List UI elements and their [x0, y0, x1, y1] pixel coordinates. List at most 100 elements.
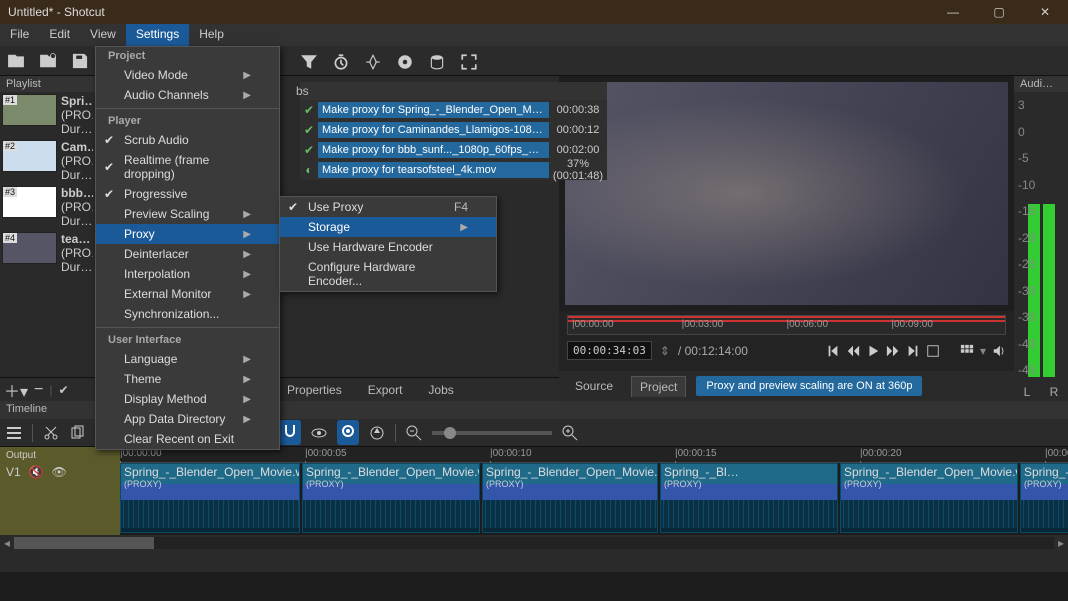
export-icon[interactable] — [396, 53, 414, 71]
menu-settings[interactable]: Settings — [126, 24, 189, 46]
center-toolbar — [300, 48, 478, 76]
current-timecode[interactable]: 00:00:34:03 — [567, 341, 652, 360]
tl-ruler-tick: |00:00:10 — [490, 448, 532, 459]
menu-item[interactable]: External Monitor ▶ — [96, 284, 279, 304]
preview-ruler[interactable]: |00:00:00 |00:03:00 |00:06:00 |00:09:00 — [567, 315, 1006, 335]
menu-item[interactable]: ✔ Realtime (frame dropping) — [96, 150, 279, 184]
menu-item[interactable]: Preview Scaling ▶ — [96, 204, 279, 224]
menu-item[interactable]: ✔ Progressive — [96, 184, 279, 204]
meter-label-r: R — [1050, 385, 1059, 399]
playlist-item[interactable]: #4 tea…(PRO…Dur… — [0, 230, 95, 276]
menu-item[interactable]: Theme ▶ — [96, 369, 279, 389]
fastfwd-icon[interactable] — [886, 344, 900, 358]
jobs-icon[interactable] — [428, 53, 446, 71]
mute-icon[interactable]: 🔇 — [29, 465, 44, 479]
playlist-item[interactable]: #3 bbb…(PRO…Dur… — [0, 184, 95, 230]
maximize-button[interactable]: ▢ — [976, 0, 1022, 24]
playlist-remove-button[interactable]: − — [34, 381, 43, 399]
grid-icon[interactable] — [960, 344, 974, 358]
menu-item[interactable]: Audio Channels ▶ — [96, 85, 279, 105]
eye-icon[interactable]: 👁 — [52, 465, 67, 479]
meter-tick: -45 — [1018, 363, 1035, 377]
job-row[interactable]: ◐ Make proxy for tearsofsteel_4k.mov 37%… — [300, 160, 607, 180]
menu-file[interactable]: File — [0, 24, 39, 46]
grid-dropdown[interactable]: ▾ — [980, 344, 986, 358]
ripple-all-toggle[interactable] — [369, 425, 385, 441]
fullscreen-icon[interactable] — [460, 53, 478, 71]
menu-item[interactable]: Video Mode ▶ — [96, 65, 279, 85]
skip-end-icon[interactable] — [906, 344, 920, 358]
tab-jobs[interactable]: Jobs — [418, 381, 463, 399]
timeline-tracks[interactable]: |00:00:00|00:00:05|00:00:10|00:00:15|00:… — [120, 447, 1068, 535]
menu-item[interactable]: Synchronization... — [96, 304, 279, 324]
meter-label-l: L — [1024, 385, 1031, 399]
timeline-scrollbar[interactable]: ◂ ▸ — [0, 535, 1068, 550]
timeline-clip[interactable]: Spring_-_Blender_Open_Movie.webm(PROXY) — [482, 463, 658, 533]
preview-video[interactable] — [565, 82, 1008, 305]
volume-icon[interactable] — [992, 344, 1006, 358]
timeline-clip[interactable]: Spring_-_Blender_Open_Movie.webm(PROXY) — [1020, 463, 1068, 533]
minimize-button[interactable]: — — [930, 0, 976, 24]
menu-item[interactable]: Configure Hardware Encoder... — [280, 257, 496, 291]
zoom-out-icon[interactable] — [406, 425, 422, 441]
menu-item[interactable]: Storage ▶ — [280, 217, 496, 237]
menu-item[interactable]: Clear Recent on Exit — [96, 429, 279, 449]
menu-help[interactable]: Help — [189, 24, 234, 46]
v1-row[interactable]: V1 🔇 👁 — [0, 463, 120, 535]
tl-menu-icon[interactable] — [6, 425, 22, 441]
meter-tick: 0 — [1018, 125, 1035, 139]
timeline-clip-row[interactable]: Spring_-_Blender_Open_Movie.webm(PROXY) … — [120, 463, 1068, 535]
open-icon[interactable] — [6, 51, 26, 71]
timeline-clip[interactable]: Spring_-_Blender_Open_Movie.webm(PROXY) — [120, 463, 300, 533]
tab-properties[interactable]: Properties — [277, 381, 352, 399]
save-icon[interactable] — [70, 51, 90, 71]
timeline-clip[interactable]: Spring_-_Bl…(PROXY) — [660, 463, 838, 533]
play-icon[interactable] — [866, 344, 880, 358]
rewind-icon[interactable] — [846, 344, 860, 358]
zoom-slider[interactable] — [432, 431, 552, 435]
playlist-item[interactable]: #1 Spri…(PRO…Dur… — [0, 92, 95, 138]
menu-item[interactable]: Deinterlacer ▶ — [96, 244, 279, 264]
playlist-add-button[interactable]: ＋▾ — [4, 378, 28, 402]
menu-item[interactable]: Display Method ▶ — [96, 389, 279, 409]
menu-edit[interactable]: Edit — [39, 24, 80, 46]
menu-item[interactable]: Language ▶ — [96, 349, 279, 369]
tl-ruler-tick: |00:00:05 — [305, 448, 347, 459]
open-recent-icon[interactable] — [38, 51, 58, 71]
cut-icon[interactable] — [43, 425, 59, 441]
job-name: Make proxy for Caminandes_Llamigos-1080p… — [318, 122, 549, 138]
source-project-tabs: Source Project Proxy and preview scaling… — [559, 371, 1014, 401]
tab-source[interactable]: Source — [567, 376, 621, 396]
menu-view[interactable]: View — [80, 24, 126, 46]
copy-icon[interactable] — [69, 425, 85, 441]
playlist-check-button[interactable]: ✔ — [59, 383, 69, 397]
playlist-bottom-bar: ＋▾ − | ✔ — [0, 377, 95, 401]
close-button[interactable]: ✕ — [1022, 0, 1068, 24]
timecode-stepper[interactable]: ⇕ — [660, 344, 670, 358]
playlist-title: Playlist — [0, 76, 95, 92]
snap-toggle[interactable] — [279, 420, 301, 445]
tab-project[interactable]: Project — [631, 376, 686, 397]
scrub-toggle[interactable] — [311, 425, 327, 441]
playlist-item[interactable]: #2 Cam…(PRO…Dur… — [0, 138, 95, 184]
menu-item[interactable]: App Data Directory ▶ — [96, 409, 279, 429]
menu-item[interactable]: Proxy ▶ — [96, 224, 279, 244]
meter-tick: -5 — [1018, 151, 1035, 165]
menu-item[interactable]: ✔ Scrub Audio — [96, 130, 279, 150]
skip-start-icon[interactable] — [826, 344, 840, 358]
ripple-toggle[interactable] — [337, 420, 359, 445]
timer-icon[interactable] — [332, 53, 350, 71]
zoom-in-icon[interactable] — [562, 425, 578, 441]
filter-icon[interactable] — [300, 53, 318, 71]
job-row[interactable]: ✔ Make proxy for Spring_-_Blender_Open_M… — [300, 100, 607, 120]
menu-item[interactable]: Interpolation ▶ — [96, 264, 279, 284]
menu-item[interactable]: ✔ Use Proxy F4 — [280, 197, 496, 217]
tab-export[interactable]: Export — [358, 381, 413, 399]
keyframe-icon[interactable] — [364, 53, 382, 71]
zoom-fit-icon[interactable] — [926, 344, 940, 358]
menu-item[interactable]: Use Hardware Encoder — [280, 237, 496, 257]
timeline-clip[interactable]: Spring_-_Blender_Open_Movie.webm(PROXY) — [302, 463, 480, 533]
meter-tick: -35 — [1018, 310, 1035, 324]
job-row[interactable]: ✔ Make proxy for Caminandes_Llamigos-108… — [300, 120, 607, 140]
timeline-clip[interactable]: Spring_-_Blender_Open_Movie.webm(PROXY) — [840, 463, 1018, 533]
